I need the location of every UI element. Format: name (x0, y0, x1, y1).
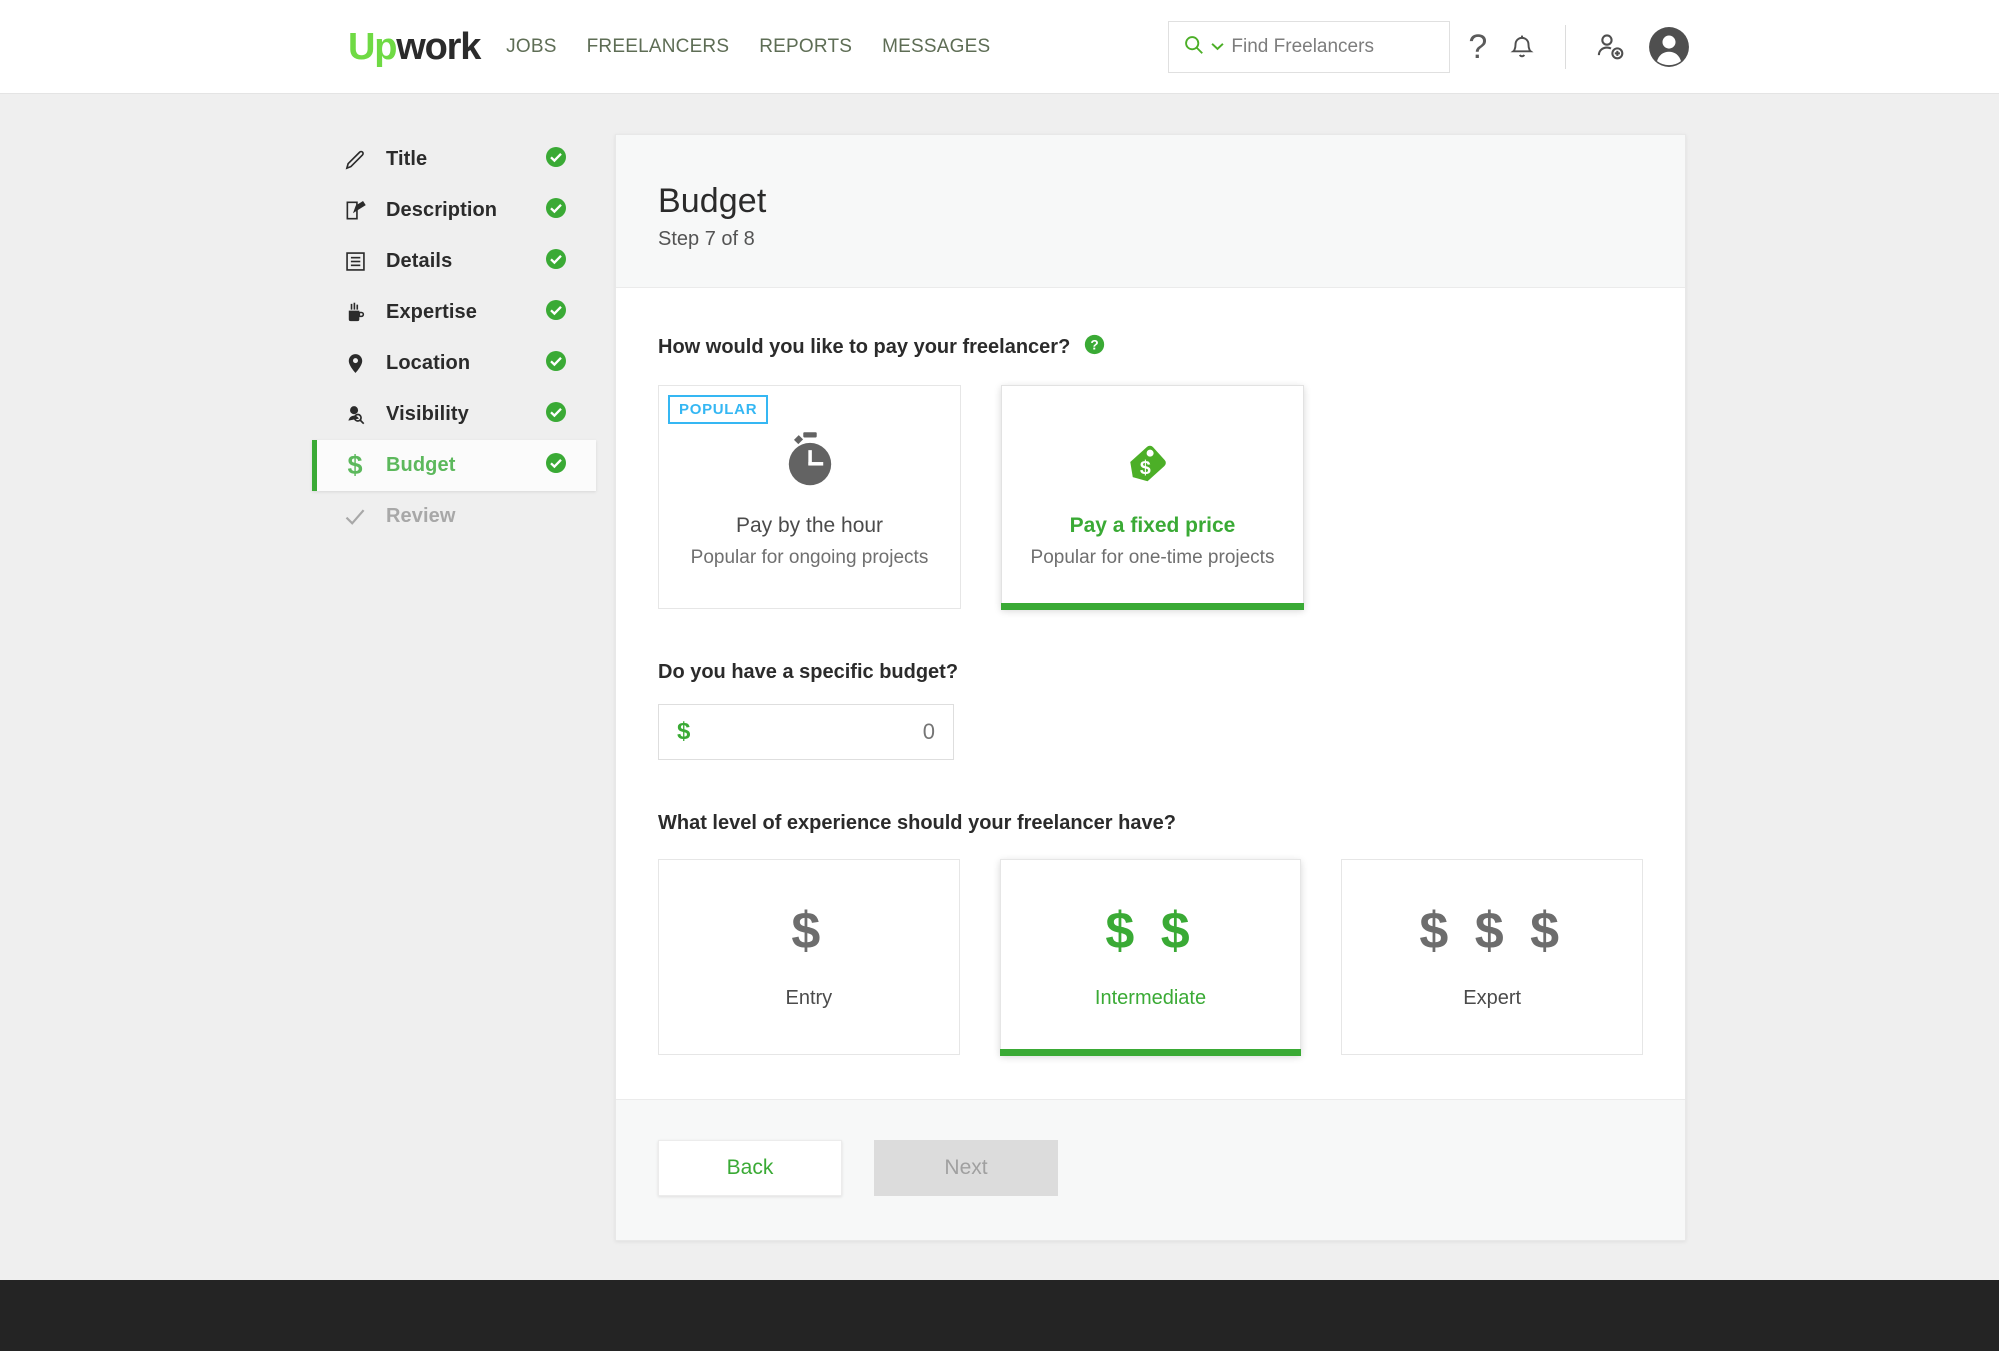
budget-step-card: Budget Step 7 of 8 How would you like to… (615, 134, 1686, 1241)
search-box[interactable]: Find Freelancers (1168, 20, 1451, 73)
step-complete-check-icon (545, 146, 567, 173)
sidebar-item-budget[interactable]: $ Budget (312, 440, 596, 491)
intermediate-dollar-signs: $ $ (1105, 902, 1196, 960)
budget-question-label: Do you have a specific budget? (658, 661, 959, 683)
sidebar-label: Visibility (386, 403, 469, 425)
sidebar-item-visibility[interactable]: Visibility (312, 389, 596, 440)
sidebar-label: Details (386, 250, 453, 272)
experience-option-entry[interactable]: $ Entry (658, 859, 960, 1055)
sidebar-label: Location (386, 352, 471, 374)
pencil-cup-icon (340, 301, 370, 324)
budget-question-section: Do you have a specific budget? $ (658, 661, 1643, 760)
page-title: Budget (658, 182, 767, 220)
primary-nav: JOBS FREELANCERS REPORTS MESSAGES (506, 36, 990, 58)
step-complete-check-icon (545, 350, 567, 377)
sidebar-item-details[interactable]: Details (312, 236, 596, 287)
payment-option-desc: Popular for one-time projects (1030, 547, 1275, 568)
site-footer-bar (0, 1280, 1999, 1351)
sidebar-item-location[interactable]: Location (312, 338, 596, 389)
header-divider (1565, 24, 1567, 69)
header-icon-group: ? (1468, 24, 1690, 69)
experience-option-intermediate[interactable]: $ $ Intermediate (999, 859, 1302, 1056)
user-avatar-icon[interactable] (1648, 26, 1690, 68)
experience-option-expert[interactable]: $ $ $ Expert (1341, 859, 1644, 1055)
list-icon (340, 250, 370, 273)
sidebar-label: Budget (386, 454, 456, 476)
step-progress: Step 7 of 8 (658, 228, 755, 250)
sidebar-label: Description (386, 199, 498, 221)
person-search-icon (340, 403, 370, 426)
payment-option-hourly[interactable]: POPULAR Pay by the hour Popular for ongo… (658, 385, 961, 609)
expert-dollar-signs: $ $ $ (1419, 901, 1565, 960)
question-mark-icon[interactable]: ? (1468, 30, 1487, 64)
sidebar-label: Review (386, 505, 456, 527)
next-button: Next (874, 1140, 1058, 1196)
stopwatch-icon (779, 430, 841, 492)
nav-item-jobs[interactable]: JOBS (506, 36, 556, 58)
sidebar-item-review[interactable]: Review (312, 491, 596, 542)
payment-question-text: How would you like to pay your freelance… (658, 336, 1071, 358)
bell-icon[interactable] (1509, 33, 1535, 61)
payment-option-desc: Popular for ongoing projects (690, 547, 929, 568)
add-person-icon[interactable] (1596, 32, 1626, 62)
card-header: Budget Step 7 of 8 (616, 135, 1685, 288)
edit-square-icon (340, 199, 370, 222)
dollar-icon: $ (347, 450, 363, 480)
nav-item-messages[interactable]: MESSAGES (882, 36, 990, 58)
budget-input[interactable] (795, 719, 935, 745)
currency-symbol: $ (677, 718, 691, 745)
card-footer: Back Next (616, 1099, 1685, 1240)
card-body: How would you like to pay your freelance… (616, 288, 1685, 1099)
price-tag-icon: $ (1122, 430, 1184, 492)
sidebar-label: Title (386, 148, 428, 170)
nav-item-reports[interactable]: REPORTS (759, 36, 852, 58)
payment-question-label: How would you like to pay your freelance… (658, 334, 1643, 361)
checkmark-icon (340, 505, 370, 529)
step-complete-check-icon (545, 299, 567, 326)
step-sidebar: Title Description Details Expertise Loca… (312, 134, 596, 1241)
chevron-down-icon[interactable] (1211, 38, 1224, 56)
budget-input-wrapper[interactable]: $ (658, 704, 954, 760)
experience-option-label: Intermediate (1094, 987, 1207, 1009)
logo-work-text: work (396, 25, 481, 68)
entry-dollar-signs: $ (791, 901, 827, 960)
sidebar-item-description[interactable]: Description (312, 185, 596, 236)
experience-option-group: $ Entry $ $ Intermediate $ $ $ Expert (658, 859, 1644, 1056)
upwork-logo[interactable]: Up work (348, 25, 481, 68)
logo-up-text: Up (348, 25, 397, 68)
svg-text:?: ? (1091, 338, 1099, 353)
step-complete-check-icon (545, 248, 567, 275)
svg-text:$: $ (1139, 457, 1150, 479)
search-input[interactable]: Find Freelancers (1231, 36, 1374, 58)
nav-item-freelancers[interactable]: FREELANCERS (587, 36, 730, 58)
experience-question-section: What level of experience should your fre… (658, 812, 1644, 1056)
experience-option-label: Entry (785, 986, 833, 1009)
help-circle-icon[interactable]: ? (1084, 334, 1105, 361)
search-icon (1183, 34, 1204, 60)
payment-option-fixed-price[interactable]: $ Pay a fixed price Popular for one-time… (1001, 385, 1304, 610)
payment-option-title: Pay a fixed price (1069, 514, 1236, 537)
popular-badge: POPULAR (668, 395, 769, 424)
sidebar-item-expertise[interactable]: Expertise (312, 287, 596, 338)
payment-option-group: POPULAR Pay by the hour Popular for ongo… (658, 385, 1643, 610)
step-complete-check-icon (545, 197, 567, 224)
sidebar-label: Expertise (386, 301, 477, 323)
step-complete-check-icon (545, 401, 567, 428)
map-pin-icon (340, 352, 370, 375)
experience-question-label: What level of experience should your fre… (658, 812, 1176, 834)
page-content: Title Description Details Expertise Loca… (0, 94, 1999, 1241)
back-button[interactable]: Back (658, 1140, 842, 1196)
site-header: Up work JOBS FREELANCERS REPORTS MESSAGES… (0, 0, 1999, 94)
step-complete-check-icon (545, 452, 567, 479)
pencil-icon (340, 148, 370, 171)
sidebar-item-title[interactable]: Title (312, 134, 596, 185)
payment-option-title: Pay by the hour (735, 514, 884, 537)
experience-option-label: Expert (1463, 986, 1522, 1009)
